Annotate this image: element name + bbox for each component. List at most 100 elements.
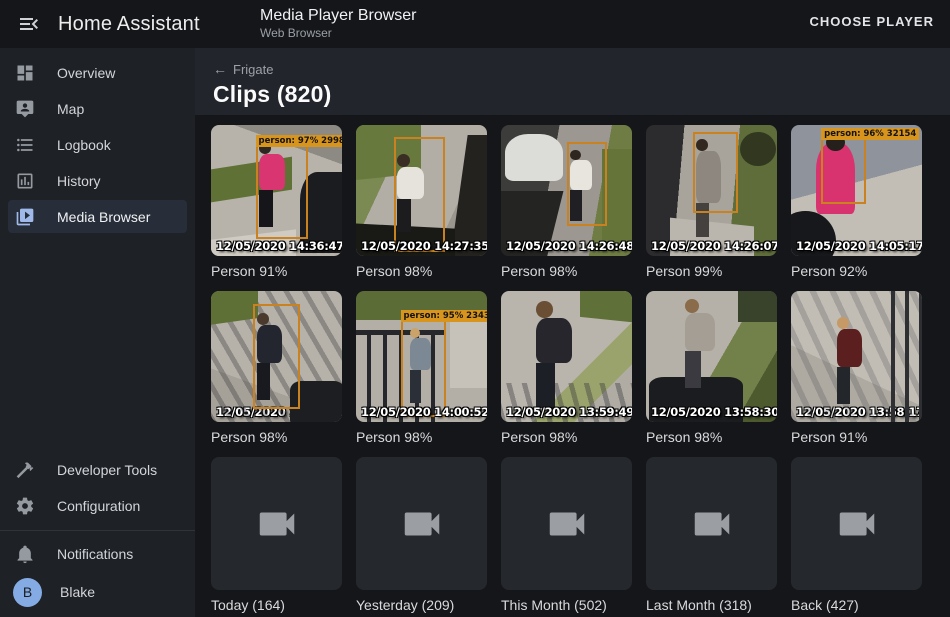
- folders-row: Today (164) Yesterday (209) This Month (…: [211, 457, 950, 614]
- clip-tile[interactable]: 12/05/2020 14:26:48 Person 98%: [501, 125, 632, 280]
- sidebar-main-list: Overview Map Logbook History Media Brows…: [0, 48, 195, 236]
- sidebar-item-logbook[interactable]: Logbook: [8, 128, 187, 161]
- sidebar-user-profile[interactable]: B Blake: [8, 573, 187, 611]
- clip-thumbnail: person: 97% 29988 12/05/2020 14:36:47: [211, 125, 342, 256]
- clip-tile[interactable]: 12/05/2020 14:26:07 Person 99%: [646, 125, 777, 280]
- bell-icon: [15, 544, 35, 564]
- clip-thumbnail: 12/05/2020 14:26:07: [646, 125, 777, 256]
- clip-caption: Person 98%: [356, 429, 487, 446]
- sidebar-item-label: History: [57, 173, 101, 189]
- chart-box-icon: [15, 171, 35, 191]
- sidebar-toggle-menu-icon[interactable]: [17, 12, 41, 36]
- sidebar-item-history[interactable]: History: [8, 164, 187, 197]
- video-camera-icon: [399, 501, 445, 547]
- clip-timestamp: 12/05/2020 14:36:47: [216, 239, 342, 253]
- page-subtitle: Web Browser: [260, 26, 417, 40]
- clip-caption: Person 98%: [356, 263, 487, 280]
- clip-thumbnail: 12/05/2020 13:59:49: [501, 291, 632, 422]
- video-camera-icon: [544, 501, 590, 547]
- clip-tile[interactable]: 12/05/2020 13:58:17 Person 91%: [791, 291, 922, 446]
- folder-caption: This Month (502): [501, 597, 632, 614]
- folder-tile-yesterday[interactable]: Yesterday (209): [356, 457, 487, 614]
- folder-tile-back[interactable]: Back (427): [791, 457, 922, 614]
- folder-tile-last-month[interactable]: Last Month (318): [646, 457, 777, 614]
- folder-tile-this-month[interactable]: This Month (502): [501, 457, 632, 614]
- detection-bbox-label: person: 96% 32154: [821, 128, 919, 140]
- sidebar-item-developer-tools[interactable]: Developer Tools: [8, 453, 187, 486]
- folder-caption: Yesterday (209): [356, 597, 487, 614]
- breadcrumb-label: Frigate: [233, 62, 273, 77]
- content-header: ← Frigate Clips (820): [195, 48, 950, 115]
- detection-bbox: [394, 137, 445, 252]
- clip-caption: Person 98%: [501, 263, 632, 280]
- sidebar-item-media-browser[interactable]: Media Browser: [8, 200, 187, 233]
- user-avatar: B: [13, 578, 42, 607]
- sidebar-item-label: Media Browser: [57, 209, 150, 225]
- sidebar-item-label: Map: [57, 101, 84, 117]
- clips-grid: person: 97% 29988 12/05/2020 14:36:47 Pe…: [195, 115, 950, 614]
- choose-player-button[interactable]: CHOOSE PLAYER: [810, 14, 935, 29]
- folder-tile-today[interactable]: Today (164): [211, 457, 342, 614]
- detection-bbox-label: person: 95% 23432: [401, 310, 487, 322]
- sidebar-item-overview[interactable]: Overview: [8, 56, 187, 89]
- sidebar-spacer: [0, 236, 195, 445]
- user-name: Blake: [60, 584, 95, 600]
- view-dashboard-icon: [15, 63, 35, 83]
- detection-bbox: person: 97% 29988: [256, 145, 308, 239]
- sidebar-item-map[interactable]: Map: [8, 92, 187, 125]
- clip-thumbnail: 12/05/2020 14:27:35: [356, 125, 487, 256]
- clip-thumbnail: person: 95% 23432 12/05/2020 14:00:52: [356, 291, 487, 422]
- play-box-multiple-icon: [15, 207, 35, 227]
- detection-bbox: [567, 142, 608, 226]
- back-arrow-icon: ←: [213, 61, 227, 77]
- media-browser-content: ← Frigate Clips (820) person: 97% 29988 …: [195, 48, 950, 617]
- sidebar-item-label: Overview: [57, 65, 115, 81]
- sidebar-divider: [0, 530, 195, 531]
- folder-caption: Last Month (318): [646, 597, 777, 614]
- clip-caption: Person 99%: [646, 263, 777, 280]
- app-top-bar: Home Assistant Media Player Browser Web …: [0, 0, 950, 48]
- clips-row-1: person: 97% 29988 12/05/2020 14:36:47 Pe…: [211, 125, 950, 280]
- sidebar-item-notifications[interactable]: Notifications: [8, 537, 187, 570]
- sidebar-item-label: Configuration: [57, 498, 140, 514]
- page-title: Media Player Browser: [260, 7, 417, 25]
- clip-caption: Person 92%: [791, 263, 922, 280]
- clip-caption: Person 91%: [791, 429, 922, 446]
- clip-tile[interactable]: person: 96% 32154 12/05/2020 14:05:17 Pe…: [791, 125, 922, 280]
- clip-timestamp: 12/05/2020 14:00:52: [361, 405, 487, 419]
- clip-tile[interactable]: 12/05/2020 13:58:30 Person 98%: [646, 291, 777, 446]
- clip-timestamp: 12/05/2020 14:05:17: [796, 239, 922, 253]
- detection-bbox: person: 95% 23432: [401, 320, 447, 417]
- clip-tile[interactable]: 12/05/2020 13:59:49 Person 98%: [501, 291, 632, 446]
- clip-thumbnail: person: 96% 32154 12/05/2020 14:05:17: [791, 125, 922, 256]
- clip-tile[interactable]: 12/05/2020 14:01:14 Person 98%: [211, 291, 342, 446]
- sidebar-item-label: Notifications: [57, 546, 133, 562]
- clip-thumbnail: 12/05/2020 13:58:30: [646, 291, 777, 422]
- clip-timestamp: 12/05/2020 14:27:35: [361, 239, 487, 253]
- clip-caption: Person 91%: [211, 263, 342, 280]
- folder-thumbnail: [356, 457, 487, 590]
- clip-tile[interactable]: 12/05/2020 14:27:35 Person 98%: [356, 125, 487, 280]
- detection-bbox: person: 96% 32154: [821, 138, 866, 204]
- clip-caption: Person 98%: [646, 429, 777, 446]
- clip-thumbnail: 12/05/2020 14:26:48: [501, 125, 632, 256]
- clip-tile[interactable]: person: 97% 29988 12/05/2020 14:36:47 Pe…: [211, 125, 342, 280]
- folder-thumbnail: [791, 457, 922, 590]
- sidebar-item-label: Developer Tools: [57, 462, 157, 478]
- page-section-title: Clips (820): [213, 81, 950, 108]
- detection-bbox: [253, 304, 300, 409]
- sidebar-item-configuration[interactable]: Configuration: [8, 489, 187, 522]
- clip-thumbnail: 12/05/2020 13:58:17: [791, 291, 922, 422]
- folder-caption: Back (427): [791, 597, 922, 614]
- detection-bbox: [693, 132, 738, 213]
- clip-timestamp: 12/05/2020 13:59:49: [506, 405, 632, 419]
- clip-caption: Person 98%: [501, 429, 632, 446]
- breadcrumb-back-frigate[interactable]: ← Frigate: [213, 61, 283, 77]
- gear-icon: [15, 496, 35, 516]
- folder-thumbnail: [211, 457, 342, 590]
- sidebar: Overview Map Logbook History Media Brows…: [0, 48, 195, 617]
- clip-timestamp: 12/05/2020 13:58:30: [651, 405, 777, 419]
- video-camera-icon: [254, 501, 300, 547]
- clip-tile[interactable]: person: 95% 23432 12/05/2020 14:00:52 Pe…: [356, 291, 487, 446]
- video-camera-icon: [834, 501, 880, 547]
